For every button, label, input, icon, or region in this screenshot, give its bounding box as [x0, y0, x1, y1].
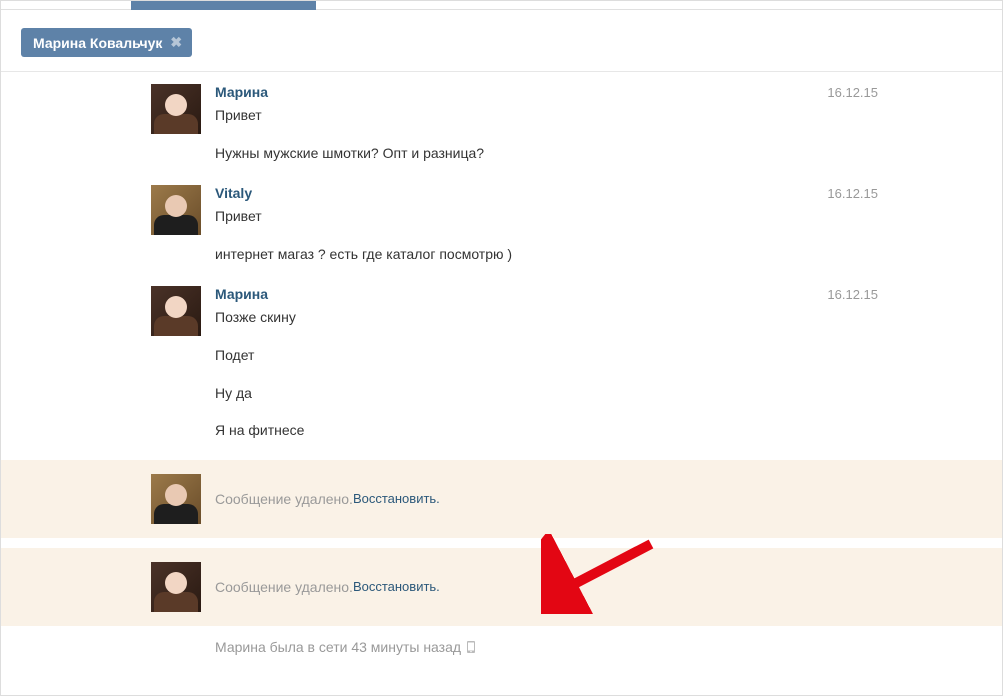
- messages-list: Марина 16.12.15 Привет Нужны мужские шмо…: [1, 72, 1002, 627]
- message-line: Ну да: [215, 384, 978, 404]
- avatar[interactable]: [151, 562, 201, 612]
- message-line: Я на фитнесе: [215, 421, 978, 441]
- app-window: Марина Ковальчук ✖ Марина 16.12.15 Приве…: [0, 0, 1003, 696]
- message-line: Подет: [215, 346, 978, 366]
- deleted-label: Сообщение удалено.: [215, 579, 353, 595]
- deleted-message-row: Сообщение удалено. Восстановить.: [1, 459, 1002, 539]
- deleted-label: Сообщение удалено.: [215, 491, 353, 507]
- message-text: Привет Нужны мужские шмотки? Опт и разни…: [215, 106, 978, 163]
- deleted-body: Сообщение удалено. Восстановить.: [201, 562, 978, 612]
- message-body: Vitaly 16.12.15 Привет интернет магаз ? …: [201, 185, 978, 268]
- message-line: Привет: [215, 106, 978, 126]
- author-link[interactable]: Марина: [215, 286, 268, 302]
- close-icon[interactable]: ✖: [170, 34, 182, 51]
- filter-chip-label: Марина Ковальчук: [33, 35, 162, 51]
- message-date: 16.12.15: [827, 186, 978, 201]
- restore-link[interactable]: Восстановить.: [353, 579, 440, 594]
- deleted-body: Сообщение удалено. Восстановить.: [201, 474, 978, 524]
- message-line: Нужны мужские шмотки? Опт и разница?: [215, 144, 978, 164]
- message-line: интернет магаз ? есть где каталог посмот…: [215, 245, 978, 265]
- avatar[interactable]: [151, 84, 201, 134]
- message-date: 16.12.15: [827, 85, 978, 100]
- avatar[interactable]: [151, 185, 201, 235]
- message-date: 16.12.15: [827, 287, 978, 302]
- message-text: Привет интернет магаз ? есть где каталог…: [215, 207, 978, 264]
- message-body: Марина 16.12.15 Привет Нужны мужские шмо…: [201, 84, 978, 167]
- message-body: Марина 16.12.15 Позже скину Подет Ну да …: [201, 286, 978, 444]
- avatar[interactable]: [151, 286, 201, 336]
- message-line: Привет: [215, 207, 978, 227]
- top-nav: [1, 1, 1002, 10]
- message-row: Марина 16.12.15 Позже скину Подет Ну да …: [1, 274, 1002, 450]
- author-link[interactable]: Марина: [215, 84, 268, 100]
- filter-bar: Марина Ковальчук ✖: [1, 10, 1002, 72]
- author-link[interactable]: Vitaly: [215, 185, 252, 201]
- message-row: Vitaly 16.12.15 Привет интернет магаз ? …: [1, 173, 1002, 274]
- message-line: Позже скину: [215, 308, 978, 328]
- restore-link[interactable]: Восстановить.: [353, 491, 440, 506]
- online-status: Марина была в сети 43 минуты назад: [1, 627, 1002, 671]
- message-header: Vitaly 16.12.15: [215, 185, 978, 201]
- conversation-filter-chip[interactable]: Марина Ковальчук ✖: [21, 28, 192, 57]
- message-header: Марина 16.12.15: [215, 286, 978, 302]
- avatar[interactable]: [151, 474, 201, 524]
- mobile-icon: [467, 641, 475, 653]
- message-row: Марина 16.12.15 Привет Нужны мужские шмо…: [1, 72, 1002, 173]
- deleted-message-row: Сообщение удалено. Восстановить.: [1, 547, 1002, 627]
- message-text: Позже скину Подет Ну да Я на фитнесе: [215, 308, 978, 440]
- status-text: Марина была в сети 43 минуты назад: [215, 639, 461, 655]
- message-header: Марина 16.12.15: [215, 84, 978, 100]
- active-tab-indicator: [131, 1, 316, 10]
